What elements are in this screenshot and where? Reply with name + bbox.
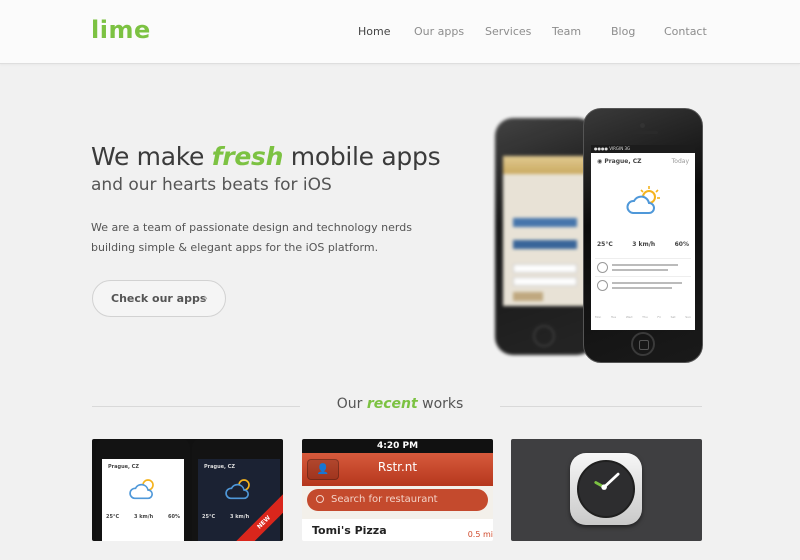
mini-location-dark: Prague, CZ bbox=[204, 464, 235, 470]
work-thumbnail-restaurant[interactable]: 4:20 PM 👤 Rstr.nt Search for restaurant … bbox=[302, 439, 493, 541]
hero-title-post: mobile apps bbox=[283, 142, 441, 171]
front-phone-image: ●●●● VIRGIN 3G ◉ Prague, CZ Today 25°C 3… bbox=[583, 108, 703, 363]
sun-cloud-icon bbox=[225, 479, 250, 500]
phone-wind: 3 km/h bbox=[632, 241, 656, 248]
restaurant-list-item: Tomi's Pizza 0.5 mi bbox=[302, 519, 493, 541]
check-apps-button[interactable]: Check our apps › bbox=[92, 280, 226, 317]
check-apps-label: Check our apps bbox=[111, 292, 207, 305]
work-thumbnail-clock[interactable] bbox=[511, 439, 702, 541]
hero-title-em: fresh bbox=[211, 142, 284, 171]
hero-title: We make fresh mobile apps bbox=[91, 142, 441, 171]
phone-temp: 25°C bbox=[597, 241, 613, 248]
distance-label: 0.5 mi bbox=[467, 530, 493, 539]
search-icon bbox=[316, 495, 324, 503]
top-navbar: lime Home Our apps Services Team Blog Co… bbox=[0, 0, 800, 64]
work-thumbnail-weather[interactable]: Prague, CZ 25°C 3 km/h 60% Prague, CZ 25°C… bbox=[92, 439, 283, 541]
hero-subtitle: and our hearts beats for iOS bbox=[91, 175, 332, 195]
nav-blog[interactable]: Blog bbox=[611, 25, 635, 38]
logo[interactable]: lime bbox=[91, 16, 151, 44]
status-bar-time: 4:20 PM bbox=[302, 439, 493, 453]
nav-contact[interactable]: Contact bbox=[664, 25, 707, 38]
sun-cloud-icon bbox=[129, 479, 154, 500]
back-phone-image bbox=[495, 118, 595, 355]
hero-title-pre: We make bbox=[91, 142, 212, 171]
phone-location: ◉ Prague, CZ bbox=[597, 158, 642, 165]
mini-location: Prague, CZ bbox=[108, 464, 139, 470]
clock-icon bbox=[594, 472, 620, 490]
nav-home[interactable]: Home bbox=[358, 25, 390, 38]
weather-app-screen: ●●●● VIRGIN 3G ◉ Prague, CZ Today 25°C 3… bbox=[591, 145, 695, 330]
phone-weekdays: Mon Tue Wed Thu Fri Sat Sun bbox=[595, 315, 691, 319]
sun-cloud-icon bbox=[626, 186, 660, 214]
nav-team[interactable]: Team bbox=[552, 25, 581, 38]
restaurant-search: Search for restaurant bbox=[307, 489, 488, 511]
section-title: Our recent works bbox=[336, 396, 464, 412]
restaurant-app-title: Rstr.nt bbox=[377, 460, 418, 474]
nav-our-apps[interactable]: Our apps bbox=[414, 25, 464, 38]
phone-day: Today bbox=[671, 158, 689, 165]
clock-app-icon bbox=[570, 453, 642, 525]
home-button bbox=[631, 332, 655, 356]
phone-humidity: 60% bbox=[674, 241, 689, 248]
nav-services[interactable]: Services bbox=[485, 25, 531, 38]
chevron-right-icon: › bbox=[203, 291, 208, 305]
hero-description: We are a team of passionate design and t… bbox=[91, 221, 412, 254]
